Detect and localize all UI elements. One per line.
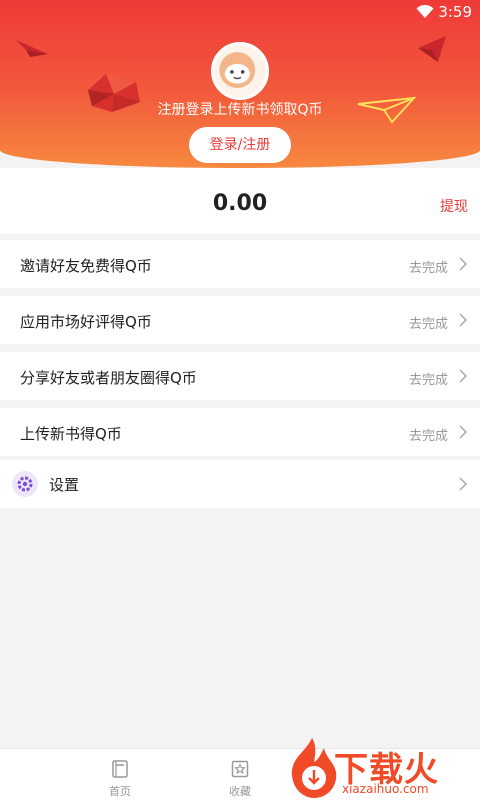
- tab-label: 收藏: [229, 785, 251, 798]
- wifi-icon: [416, 5, 434, 18]
- book-icon: [112, 760, 128, 778]
- login-register-button[interactable]: 登录/注册: [189, 127, 291, 163]
- settings-label: 设置: [49, 476, 80, 494]
- task-row-share[interactable]: 分享好友或者朋友圈得Q币 去完成: [0, 352, 480, 400]
- watermark-subtitle: xiazaihuo.com: [342, 782, 429, 796]
- task-row-invite[interactable]: 邀请好友免费得Q币 去完成: [0, 240, 480, 288]
- settings-row[interactable]: 设置: [0, 460, 480, 508]
- task-row-app-review[interactable]: 应用市场好评得Q币 去完成: [0, 296, 480, 344]
- flame-download-icon: [291, 738, 337, 798]
- balance-card: 0.00 提现: [0, 168, 480, 234]
- status-bar: 3:59: [0, 0, 480, 24]
- status-time: 3:59: [438, 3, 472, 21]
- watermark-logo: 下载火 xiazaihuo.com: [282, 734, 480, 800]
- task-action: 去完成: [408, 373, 448, 388]
- tab-label: 首页: [109, 785, 131, 798]
- chevron-right-icon: [459, 369, 468, 383]
- paper-plane-left-icon: [16, 40, 48, 57]
- chevron-right-icon: [459, 257, 468, 271]
- task-action: 去完成: [408, 317, 448, 332]
- star-box-icon: [231, 760, 249, 778]
- paper-plane-right-icon: [418, 36, 446, 62]
- task-title: 上传新书得Q币: [20, 425, 122, 443]
- task-title: 分享好友或者朋友圈得Q币: [20, 369, 197, 387]
- tab-home[interactable]: 首页: [85, 749, 155, 800]
- balance-value: 0.00: [212, 191, 268, 216]
- task-title: 邀请好友免费得Q币: [20, 257, 152, 275]
- task-action: 去完成: [408, 261, 448, 276]
- withdraw-link[interactable]: 提现: [440, 196, 468, 216]
- chevron-right-icon: [459, 313, 468, 327]
- avatar[interactable]: [211, 42, 269, 100]
- chevron-right-icon: [459, 477, 468, 491]
- profile-header: 3:59 注册登录上传新书领取Q币 登录/注册: [0, 0, 480, 168]
- avatar-mascot-icon: [219, 52, 256, 89]
- header-promo-text: 注册登录上传新书领取Q币: [157, 102, 323, 118]
- gear-icon: [12, 471, 38, 497]
- tab-favorites[interactable]: 收藏: [205, 749, 275, 800]
- chevron-right-icon: [459, 425, 468, 439]
- task-title: 应用市场好评得Q币: [20, 313, 152, 331]
- task-action: 去完成: [408, 429, 448, 444]
- task-row-upload-book[interactable]: 上传新书得Q币 去完成: [0, 408, 480, 456]
